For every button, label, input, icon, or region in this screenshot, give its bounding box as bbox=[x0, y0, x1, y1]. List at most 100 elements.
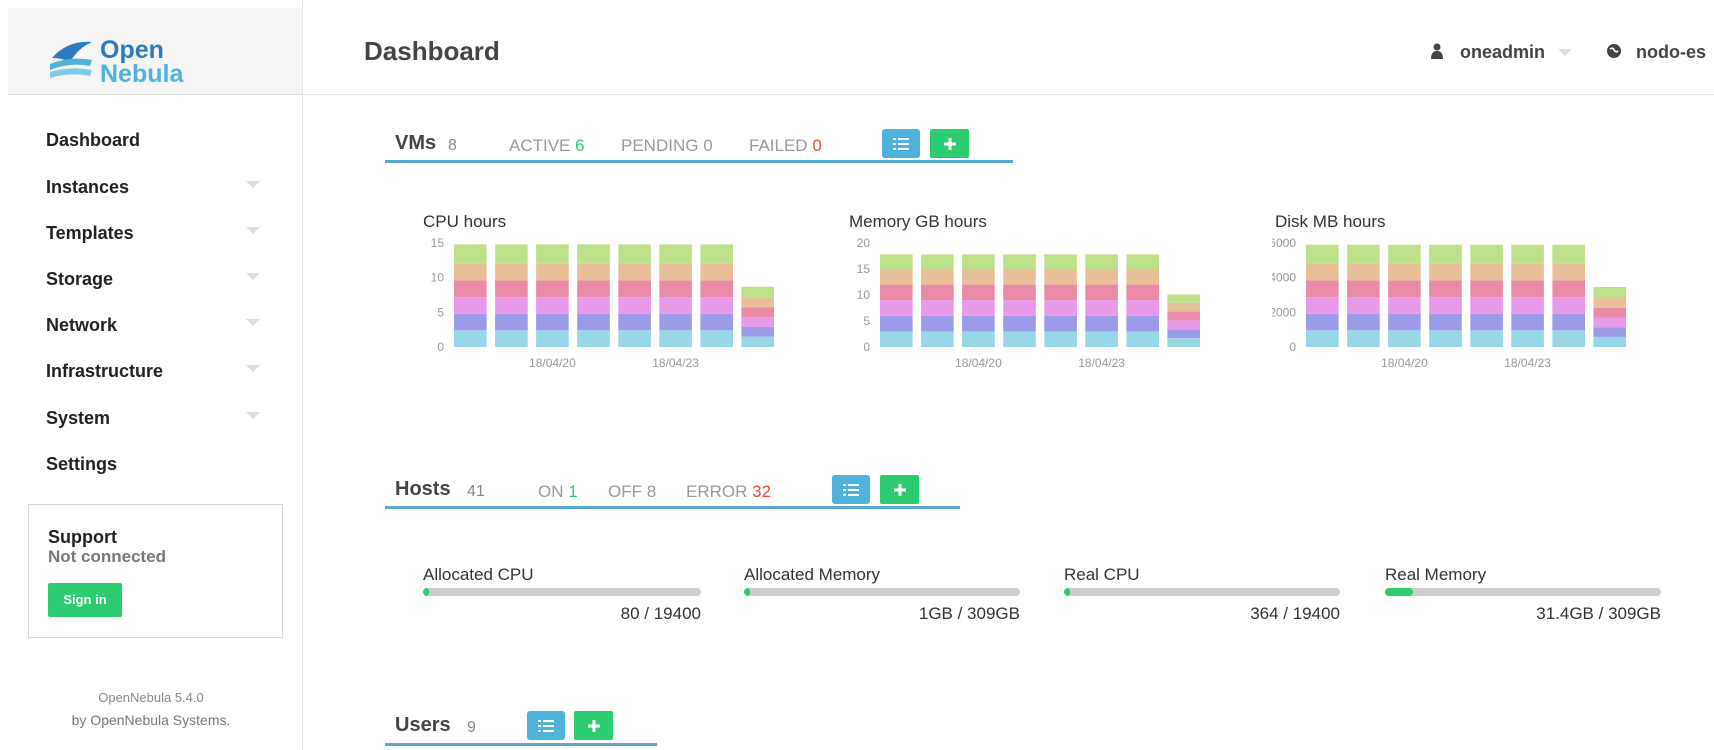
vms-active-stat: ACTIVE 6 bbox=[509, 136, 585, 156]
bar-segment bbox=[1593, 298, 1626, 308]
y-tick-label: 6000 bbox=[1272, 236, 1296, 250]
vms-add-button[interactable] bbox=[930, 129, 969, 158]
meter-label: Allocated Memory bbox=[744, 565, 881, 584]
page-title: Dashboard bbox=[364, 36, 500, 66]
bar-segment bbox=[1511, 280, 1544, 297]
hosts-add-button[interactable] bbox=[880, 475, 919, 504]
bar-segment bbox=[1003, 269, 1036, 285]
bar-segment bbox=[536, 297, 569, 314]
sidebar-item-instances[interactable]: Instances bbox=[46, 177, 286, 198]
bar-segment bbox=[659, 313, 692, 331]
version-text: OpenNebula 5.4.0 bbox=[98, 690, 204, 705]
bar-segment bbox=[1552, 280, 1585, 297]
bar-segment bbox=[1003, 315, 1036, 332]
user-name: oneadmin bbox=[1460, 42, 1546, 62]
list-icon bbox=[843, 483, 859, 496]
bar-segment bbox=[1593, 307, 1626, 318]
bar-segment bbox=[577, 280, 610, 297]
users-add-button[interactable] bbox=[574, 711, 613, 740]
sidebar-item-settings[interactable]: Settings bbox=[46, 454, 286, 475]
bar-segment bbox=[577, 313, 610, 331]
bar-segment bbox=[577, 244, 610, 264]
bar-segment bbox=[1388, 330, 1421, 347]
sidebar-item-label: Storage bbox=[46, 269, 114, 289]
bar-segment bbox=[1347, 297, 1380, 314]
bar-segment bbox=[1552, 263, 1585, 281]
chevron-down-icon bbox=[246, 412, 260, 419]
y-tick-label: 0 bbox=[437, 340, 444, 354]
users-underline bbox=[385, 743, 657, 746]
stat-value: 6 bbox=[575, 136, 585, 155]
x-tick-label: 18/04/23 bbox=[1078, 356, 1125, 370]
meter-fill bbox=[744, 588, 751, 596]
bar-segment bbox=[1388, 280, 1421, 297]
chevron-down-icon bbox=[246, 181, 260, 188]
bar-segment bbox=[921, 331, 954, 347]
bar-segment bbox=[1470, 263, 1503, 281]
hosts-error-stat: ERROR 32 bbox=[686, 482, 771, 502]
bar-segment bbox=[962, 269, 995, 285]
vms-header: VMs 8 ACTIVE 6 PENDING 0 FAILED 0 bbox=[395, 128, 1015, 162]
bar-segment bbox=[495, 330, 528, 347]
sidebar-item-storage[interactable]: Storage bbox=[46, 269, 286, 290]
bar-segment bbox=[1085, 254, 1118, 269]
hosts-list-button[interactable] bbox=[832, 475, 870, 504]
stat-label: ACTIVE bbox=[509, 136, 571, 155]
vms-pending-stat: PENDING 0 bbox=[621, 136, 713, 156]
bar-segment bbox=[741, 286, 774, 298]
y-tick-label: 0 bbox=[863, 340, 870, 354]
y-tick-label: 10 bbox=[857, 288, 871, 302]
bar-segment bbox=[536, 330, 569, 347]
bar-segment bbox=[577, 263, 610, 281]
bar-segment bbox=[1306, 263, 1339, 281]
y-tick-label: 10 bbox=[431, 271, 445, 285]
bar-segment bbox=[1306, 297, 1339, 314]
sign-in-button[interactable]: Sign in bbox=[48, 583, 122, 617]
bar-segment bbox=[700, 280, 733, 297]
vms-list-button[interactable] bbox=[882, 129, 920, 158]
sidebar-item-templates[interactable]: Templates bbox=[46, 223, 286, 244]
bar-segment bbox=[659, 297, 692, 314]
chevron-down-icon bbox=[246, 319, 260, 326]
bar-segment bbox=[1429, 280, 1462, 297]
meter-value: 364 / 19400 bbox=[1250, 604, 1340, 623]
sidebar-item-infrastructure[interactable]: Infrastructure bbox=[46, 361, 286, 382]
meter-value: 31.4GB / 309GB bbox=[1536, 604, 1661, 623]
x-tick-label: 18/04/23 bbox=[652, 356, 699, 370]
hosts-underline bbox=[385, 506, 960, 509]
bar-segment bbox=[1347, 330, 1380, 347]
bar-segment bbox=[1306, 330, 1339, 347]
y-tick-label: 4000 bbox=[1272, 271, 1296, 285]
bar-segment bbox=[1126, 284, 1159, 301]
bar-segment bbox=[1003, 254, 1036, 269]
bar-segment bbox=[1126, 315, 1159, 332]
bar-segment bbox=[1347, 263, 1380, 281]
users-list-button[interactable] bbox=[527, 711, 565, 740]
bar-segment bbox=[1511, 297, 1544, 314]
chart-title: CPU hours bbox=[423, 215, 506, 231]
bar-segment bbox=[1511, 244, 1544, 264]
allocated-cpu-meter: Allocated CPU 80 / 19400 bbox=[423, 565, 701, 624]
sidebar-item-label: Dashboard bbox=[46, 130, 141, 150]
allocated-memory-meter: Allocated Memory 1GB / 309GB bbox=[744, 565, 1020, 624]
bar-segment bbox=[880, 331, 913, 347]
sidebar-item-system[interactable]: System bbox=[46, 408, 286, 429]
meter-value: 1GB / 309GB bbox=[918, 604, 1020, 623]
bar-segment bbox=[1388, 297, 1421, 314]
sidebar-item-dashboard[interactable]: Dashboard bbox=[46, 130, 286, 151]
bar-segment bbox=[1511, 313, 1544, 331]
logo[interactable]: Open Nebula bbox=[48, 34, 198, 88]
hosts-header: Hosts 41 ON 1 OFF 8 ERROR 32 bbox=[395, 474, 955, 508]
bar-segment bbox=[1429, 263, 1462, 281]
bar-segment bbox=[536, 244, 569, 264]
sidebar-item-network[interactable]: Network bbox=[46, 315, 286, 336]
bar-segment bbox=[921, 254, 954, 269]
bar-segment bbox=[1347, 313, 1380, 331]
bar-segment bbox=[618, 244, 651, 264]
bar-segment bbox=[700, 297, 733, 314]
bar-segment bbox=[1388, 244, 1421, 264]
bar-segment bbox=[962, 254, 995, 269]
cpu-hours-chart: CPU hours 0 5 10 15 18/04/20 18/04/23 bbox=[423, 215, 774, 370]
sidebar-item-label: Templates bbox=[46, 223, 134, 243]
bar-segment bbox=[741, 336, 774, 347]
